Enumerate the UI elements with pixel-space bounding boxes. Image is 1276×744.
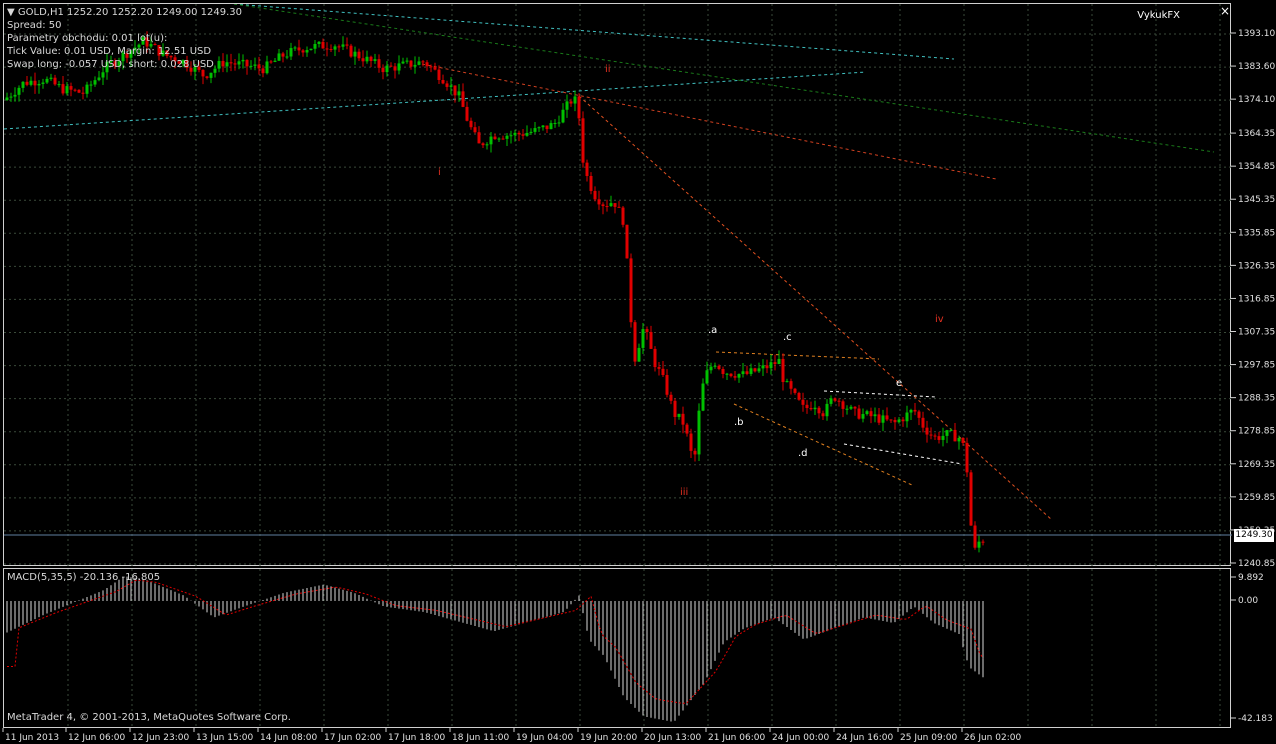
price-tick-label: 1240.85 — [1238, 559, 1275, 569]
price-tick-label: 1316.85 — [1238, 294, 1275, 304]
time-tick-label: 21 Jun 06:00 — [708, 733, 765, 743]
time-tick-label: 17 Jun 02:00 — [324, 733, 381, 743]
macd-tick-label: -42.183 — [1238, 714, 1273, 724]
price-tick-label: 1383.60 — [1238, 62, 1275, 72]
time-tick-label: 19 Jun 20:00 — [580, 733, 637, 743]
time-tick-label: 14 Jun 08:00 — [260, 733, 317, 743]
time-tick-label: 24 Jun 16:00 — [836, 733, 893, 743]
time-tick-label: 12 Jun 06:00 — [68, 733, 125, 743]
axis-svg: 1393.10 1383.60 1374.10 1364.35 1354.85 1345.… — [2, 29, 1275, 743]
price-tick-label: 1374.10 — [1238, 95, 1275, 105]
macd-tick-label: 9.892 — [1238, 573, 1264, 583]
time-tick-label: 17 Jun 18:00 — [388, 733, 445, 743]
price-tick-label: 1297.85 — [1238, 361, 1275, 371]
macd-tick-label: 0.00 — [1238, 596, 1258, 606]
price-tick-label: 1326.35 — [1238, 261, 1275, 271]
price-tick-label: 1335.85 — [1238, 228, 1275, 238]
time-tick-label: 19 Jun 04:00 — [516, 733, 573, 743]
price-tick-label: 1364.35 — [1238, 129, 1275, 139]
price-tick-label: 1288.35 — [1238, 394, 1275, 404]
time-tick-label: 11 Jun 2013 — [5, 733, 59, 743]
time-tick-label: 18 Jun 11:00 — [452, 733, 509, 743]
price-tick-label: 1278.85 — [1238, 427, 1275, 437]
time-tick-label: 20 Jun 13:00 — [644, 733, 701, 743]
price-tick-label: 1354.85 — [1238, 162, 1275, 172]
price-tick-label: 1345.35 — [1238, 195, 1275, 205]
current-price-marker: 1249.30 — [1234, 529, 1274, 542]
price-tick-label: 1269.35 — [1238, 460, 1275, 470]
price-tick-label: 1259.85 — [1238, 493, 1275, 503]
time-tick-label: 24 Jun 00:00 — [772, 733, 829, 743]
time-tick-label: 12 Jun 23:00 — [132, 733, 189, 743]
price-tick-label: 1393.10 — [1238, 29, 1275, 39]
time-tick-label: 25 Jun 09:00 — [900, 733, 957, 743]
time-tick-label: 26 Jun 02:00 — [964, 733, 1021, 743]
price-tick-label: 1307.35 — [1238, 328, 1275, 338]
time-tick-label: 13 Jun 15:00 — [196, 733, 253, 743]
